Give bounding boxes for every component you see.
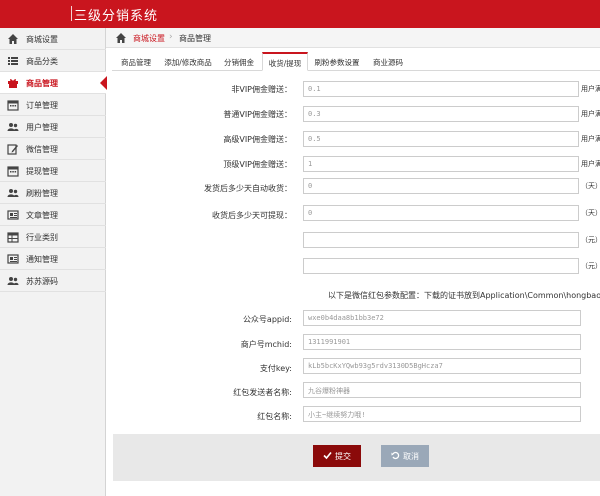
auto-receive-label: 发货后多少天自动收货： — [204, 184, 292, 193]
breadcrumb-separator: › — [169, 32, 173, 42]
sidebar-item-label: 通知管理 — [26, 255, 58, 264]
sidebar-item-products[interactable]: 商品管理 — [0, 72, 107, 94]
vip2-suffix: 用户满 — [581, 110, 600, 118]
appid-label: 公众号appid: — [242, 315, 292, 324]
check-icon — [323, 451, 332, 460]
sidebar: 商城设置 商品分类 商品管理 订单管理 用户管理 微信管理 提现管理 刷粉管理 … — [0, 28, 107, 496]
vip3-suffix: 用户满 — [581, 135, 600, 143]
tab-commercial-source[interactable]: 商业源码 — [366, 52, 410, 71]
sidebar-item-label: 刷粉管理 — [26, 189, 58, 198]
sidebar-item-label: 用户管理 — [26, 123, 58, 132]
sidebar-item-label: 商品分类 — [26, 57, 58, 66]
form-actions: 提交 取消 — [113, 434, 600, 481]
mchid-input[interactable]: 1311991901 — [303, 334, 581, 350]
calendar-icon — [7, 165, 19, 177]
withdraw-days-suffix: （天） — [581, 209, 600, 217]
calendar-icon — [7, 99, 19, 111]
breadcrumb-link-mall-settings[interactable]: 商城设置 — [133, 33, 165, 44]
vip4-suffix: 用户满 — [581, 160, 600, 168]
breadcrumb-current: 商品管理 — [179, 34, 211, 43]
tab-bar: 商品管理 添加/修改商品 分销佣金 收货/提现 刷粉参数设置 商业源码 — [112, 52, 600, 71]
edit-icon — [7, 143, 19, 155]
sidebar-item-articles[interactable]: 文章管理 — [0, 204, 106, 226]
sidebar-item-users[interactable]: 用户管理 — [0, 116, 106, 138]
newspaper-icon — [7, 253, 19, 265]
vip4-input[interactable]: 1 — [303, 156, 579, 172]
tab-add-edit-product[interactable]: 添加/修改商品 — [160, 52, 216, 71]
sidebar-item-withdrawals[interactable]: 提现管理 — [0, 160, 106, 182]
undo-icon — [391, 451, 400, 460]
sidebar-item-label: 订单管理 — [26, 101, 58, 110]
submit-button-label: 提交 — [335, 452, 351, 461]
vip3-input[interactable]: 0.5 — [303, 131, 579, 147]
users-icon — [7, 275, 19, 287]
wechat-redpack-note: 以下是微信红包参数配置：下载的证书放到Application\Common\ho… — [328, 291, 600, 300]
vip1-label: 非VIP佣金赠送： — [231, 85, 292, 94]
tab-product-management[interactable]: 商品管理 — [112, 52, 160, 71]
sidebar-item-label: 提现管理 — [26, 167, 58, 176]
vip2-input[interactable]: 0.3 — [303, 106, 579, 122]
cancel-button-label: 取消 — [403, 452, 419, 461]
auto-receive-suffix: （天） — [581, 182, 600, 190]
app-title: 三级分销系统 — [74, 9, 159, 24]
sidebar-item-label: 行业类别 — [26, 233, 58, 242]
sidebar-item-fans[interactable]: 刷粉管理 — [0, 182, 106, 204]
vip3-label: 高级VIP佣金赠送： — [223, 135, 292, 144]
home-icon — [7, 33, 19, 45]
gift-icon — [7, 77, 19, 89]
sidebar-item-label: 商品管理 — [26, 79, 58, 88]
newspaper-icon — [7, 209, 19, 221]
home-icon[interactable] — [115, 32, 127, 44]
sidebar-item-source-code[interactable]: 苏苏源码 — [0, 270, 106, 292]
sidebar-item-notifications[interactable]: 通知管理 — [0, 248, 106, 270]
users-icon — [7, 187, 19, 199]
table-icon — [7, 231, 19, 243]
breadcrumb: 商城设置 › 商品管理 — [106, 28, 600, 48]
yuan-input-1[interactable] — [303, 232, 579, 248]
sidebar-item-label: 微信管理 — [26, 145, 58, 154]
tab-fans-params[interactable]: 刷粉参数设置 — [308, 52, 366, 71]
sidebar-item-label: 商城设置 — [26, 35, 58, 44]
users-icon — [7, 121, 19, 133]
tab-receive-withdraw[interactable]: 收货/提现 — [262, 52, 308, 71]
submit-button[interactable]: 提交 — [313, 445, 361, 467]
sidebar-item-label: 文章管理 — [26, 211, 58, 220]
sender-name-label: 红包发送者名称: — [233, 388, 292, 397]
auto-receive-input[interactable]: 0 — [303, 178, 579, 194]
mchid-label: 商户号mchid: — [240, 340, 292, 349]
sidebar-item-industry[interactable]: 行业类别 — [0, 226, 106, 248]
yuan-suffix-2: （元） — [581, 262, 600, 270]
vip1-suffix: 用户满 — [581, 85, 600, 93]
list-icon — [7, 55, 19, 67]
vip1-input[interactable]: 0.1 — [303, 81, 579, 97]
vip4-label: 顶级VIP佣金赠送： — [223, 160, 292, 169]
title-divider — [71, 6, 72, 21]
cancel-button[interactable]: 取消 — [381, 445, 429, 467]
withdraw-days-label: 收货后多少天可提现： — [212, 211, 292, 220]
yuan-input-2[interactable] — [303, 258, 579, 274]
redpack-name-label: 红包名称: — [257, 412, 292, 421]
sidebar-item-wechat[interactable]: 微信管理 — [0, 138, 106, 160]
redpack-name-input[interactable]: 小主~继续努力哦! — [303, 406, 581, 422]
appid-input[interactable]: wxe0b4daa8b1bb3e72 — [303, 310, 581, 326]
paykey-input[interactable]: kLb5bcKxYQwb93g5rdv3130D5BgHcza7 — [303, 358, 581, 374]
sidebar-item-categories[interactable]: 商品分类 — [0, 50, 106, 72]
sidebar-item-mall-settings[interactable]: 商城设置 — [0, 28, 106, 50]
paykey-label: 支付key: — [259, 364, 292, 373]
withdraw-days-input[interactable]: 0 — [303, 205, 579, 221]
sidebar-item-label: 苏苏源码 — [26, 277, 58, 286]
sender-name-input[interactable]: 九谷爆粉神器 — [303, 382, 581, 398]
top-header: 三级分销系统 — [0, 0, 600, 28]
sidebar-item-orders[interactable]: 订单管理 — [0, 94, 106, 116]
settings-form: 非VIP佣金赠送： 0.1 用户满 普通VIP佣金赠送： 0.3 用户满 高级V… — [112, 72, 600, 422]
yuan-suffix-1: （元） — [581, 236, 600, 244]
vip2-label: 普通VIP佣金赠送： — [223, 110, 292, 119]
tab-commission[interactable]: 分销佣金 — [216, 52, 262, 71]
